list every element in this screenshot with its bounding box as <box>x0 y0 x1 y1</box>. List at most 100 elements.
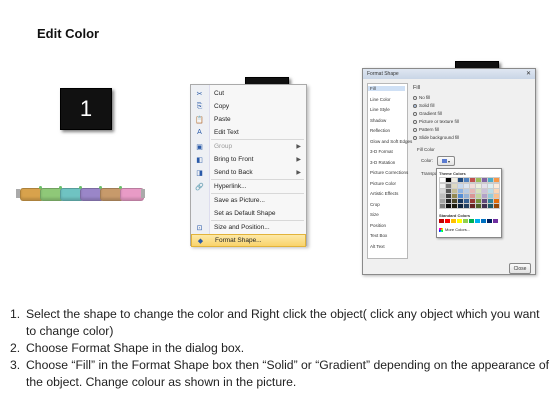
nav-item-position[interactable]: Position <box>370 223 386 228</box>
nav-item-fill[interactable]: Fill <box>368 86 405 91</box>
nav-item-shadow[interactable]: Shadow <box>370 118 386 123</box>
nav-item-reflection[interactable]: Reflection <box>370 128 390 133</box>
menu-item-paste[interactable]: 📋 Paste <box>191 113 306 126</box>
radio-label: Slide background fill <box>419 135 460 140</box>
fill-option-picture-or-texture-fill[interactable]: Picture or texture fill <box>413 119 459 124</box>
standard-colors-label: Standard Colors <box>439 213 471 218</box>
context-menu: ✂ Cut ⎘ Copy 📋 Paste A Edit Text ▣ Group ▶ ◧ Bring t… <box>190 84 307 247</box>
menu-item-edit-text[interactable]: A Edit Text <box>191 126 306 139</box>
nav-item-size[interactable]: Size <box>370 212 379 217</box>
color-wheel-icon <box>439 227 443 232</box>
instructions-list: 1. Select the shape to change the color a… <box>10 306 550 391</box>
radio-label: Pattern fill <box>419 127 440 132</box>
nav-item-line-color[interactable]: Line Color <box>370 97 391 102</box>
paint-bucket-icon <box>441 159 447 163</box>
nav-item-alt-text[interactable]: Alt Text <box>370 244 385 249</box>
menu-item-label: Set as Default Shape <box>214 210 276 217</box>
close-button[interactable]: Close <box>509 263 531 274</box>
menu-item-label: Cut <box>214 90 225 97</box>
standard-color-swatch[interactable] <box>481 219 486 223</box>
standard-color-swatch[interactable] <box>469 219 474 223</box>
menu-item-copy[interactable]: ⎘ Copy <box>191 100 306 113</box>
bring-front-icon: ◧ <box>196 156 203 164</box>
radio-label: Gradient fill <box>419 111 442 116</box>
radio-button[interactable] <box>413 135 417 140</box>
nav-item-crop[interactable]: Crop <box>370 202 380 207</box>
menu-item-label: Hyperlink... <box>214 183 247 190</box>
step-1-badge: 1 <box>60 88 112 130</box>
nav-item-text-box[interactable]: Text Box <box>370 233 387 238</box>
more-colors-item[interactable]: More Colors... <box>439 227 470 232</box>
scissors-icon: ✂ <box>196 90 203 98</box>
close-icon[interactable]: ✕ <box>526 70 531 77</box>
standard-color-swatch[interactable] <box>493 219 498 223</box>
theme-color-swatch[interactable] <box>493 203 500 209</box>
fill-option-gradient-fill[interactable]: Gradient fill <box>413 111 442 116</box>
standard-color-swatch[interactable] <box>487 219 492 223</box>
chevron-right-icon: ▶ <box>296 144 301 150</box>
fill-option-pattern-fill[interactable]: Pattern fill <box>413 127 439 132</box>
dialog-nav-list: Fill Line Color Line Style Shadow Reflection… <box>367 83 412 259</box>
color-palette-dropdown: Theme Colors Standard Colors More Colors… <box>436 168 502 238</box>
menu-item-size-and-position[interactable]: ⊡ Size and Position... <box>191 221 306 234</box>
menu-item-label: Copy <box>214 103 230 110</box>
menu-item-cut[interactable]: ✂ Cut <box>191 87 306 100</box>
color-picker-button[interactable]: ▾ <box>437 156 455 166</box>
format-shape-icon: ◆ <box>197 237 204 245</box>
instruction-item: 1. Select the shape to change the color a… <box>10 306 550 340</box>
transparency-label: Transpa <box>421 171 438 176</box>
menu-item-format-shape[interactable]: ◆ Format Shape... <box>191 234 306 247</box>
more-colors-label: More Colors... <box>445 227 471 232</box>
nav-item-3-d-rotation[interactable]: 3-D Rotation <box>370 160 395 165</box>
menu-item-set-as-default-shape[interactable]: Set as Default Shape <box>191 207 306 220</box>
hyperlink-icon: 🔗 <box>195 183 204 191</box>
shape-chain[interactable] <box>14 186 145 202</box>
color-label: Color: <box>421 158 434 163</box>
copy-icon: ⎘ <box>196 102 203 110</box>
nav-item-3-d-format[interactable]: 3-D Format <box>370 149 393 154</box>
fill-option-solid-fill[interactable]: Solid fill <box>413 103 435 108</box>
group-icon: ▣ <box>196 143 203 151</box>
instruction-number: 1. <box>10 307 21 321</box>
edit-text-icon: A <box>197 129 202 136</box>
send-back-icon: ◨ <box>196 169 203 177</box>
dialog-title: Format Shape <box>367 71 399 77</box>
fill-option-no-fill[interactable]: No fill <box>413 95 430 100</box>
menu-item-label: Send to Back <box>214 169 253 176</box>
nav-item-artistic-effects[interactable]: Artistic Effects <box>370 191 398 196</box>
menu-item-label: Size and Position... <box>214 224 270 231</box>
menu-item-label: Bring to Front <box>214 156 254 163</box>
standard-color-swatch[interactable] <box>451 219 456 223</box>
instruction-number: 2. <box>10 341 21 355</box>
fill-heading: Fill <box>413 85 421 91</box>
menu-item-hyperlink[interactable]: 🔗 Hyperlink... <box>191 180 306 193</box>
fill-option-slide-background-fill[interactable]: Slide background fill <box>413 135 459 140</box>
step-1-number: 1 <box>79 96 93 121</box>
chevron-right-icon: ▶ <box>296 170 301 176</box>
radio-button[interactable] <box>413 127 417 132</box>
instruction-text: Choose “Fill” in the Format Shape box th… <box>26 358 550 389</box>
radio-button[interactable] <box>413 111 417 116</box>
instruction-number: 3. <box>10 358 21 372</box>
radio-button[interactable] <box>413 119 417 124</box>
instruction-text: Choose Format Shape in the dialog box. <box>26 341 245 355</box>
standard-color-swatch[interactable] <box>475 219 480 223</box>
nav-item-line-style[interactable]: Line Style <box>370 107 390 112</box>
standard-color-swatch[interactable] <box>463 219 468 223</box>
standard-color-swatch[interactable] <box>457 219 462 223</box>
nav-item-glow-and-soft-edges[interactable]: Glow and Soft Edges <box>370 139 412 144</box>
radio-button[interactable] <box>413 95 417 100</box>
size-position-icon: ⊡ <box>196 224 203 232</box>
nav-item-picture-corrections[interactable]: Picture Corrections <box>370 170 408 175</box>
nav-item-picture-color[interactable]: Picture Color <box>370 181 396 186</box>
radio-button[interactable] <box>413 103 417 108</box>
menu-item-group[interactable]: ▣ Group ▶ <box>191 140 306 153</box>
standard-color-swatch[interactable] <box>439 219 444 223</box>
paste-icon: 📋 <box>195 116 204 124</box>
fill-color-label: Fill Color <box>417 147 435 152</box>
menu-item-send-to-back[interactable]: ◨ Send to Back ▶ <box>191 166 306 179</box>
menu-item-bring-to-front[interactable]: ◧ Bring to Front ▶ <box>191 153 306 166</box>
menu-item-save-as-picture[interactable]: Save as Picture... <box>191 194 306 207</box>
standard-color-swatch[interactable] <box>445 219 450 223</box>
chevron-right-icon: ▶ <box>296 157 301 163</box>
